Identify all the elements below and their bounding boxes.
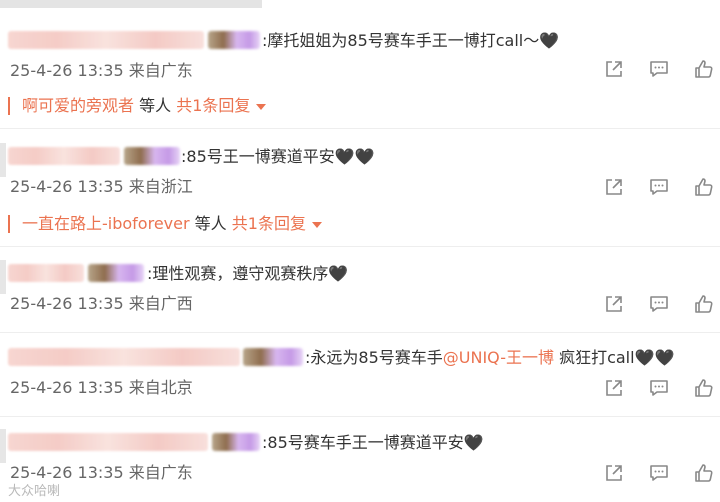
comment-text: :85号赛车手王一博赛道平安🖤: [262, 433, 484, 452]
divider: [0, 332, 720, 333]
reply-username[interactable]: 啊可爱的旁观者: [22, 96, 134, 115]
like-button[interactable]: [693, 176, 715, 198]
share-icon: [606, 296, 622, 312]
comment-meta: 25-4-26 13:35 来自广东: [10, 61, 193, 81]
comment-text: :理性观赛，遵守观赛秩序🖤: [147, 264, 349, 283]
username-blurred[interactable]: [8, 31, 204, 49]
like-icon: [695, 295, 713, 313]
avatar-blurred[interactable]: [212, 433, 260, 451]
username-blurred[interactable]: [8, 433, 208, 451]
like-icon: [695, 60, 713, 78]
avatar-blurred[interactable]: [124, 147, 180, 165]
comment-time: 25-4-26 13:35: [10, 378, 124, 397]
comment-icon: [650, 296, 668, 312]
comment-text: :85号王一博赛道平安🖤🖤: [181, 147, 375, 166]
reply-count-link[interactable]: 共1条回复: [176, 96, 250, 115]
comment-meta: 25-4-26 13:35 来自浙江: [10, 177, 193, 197]
comment-icon: [650, 61, 668, 77]
username-blurred[interactable]: [8, 348, 240, 366]
divider: [0, 416, 720, 417]
comment-time: 25-4-26 13:35: [10, 177, 124, 196]
username-blurred[interactable]: [8, 147, 120, 165]
comment-location: 来自广东: [128, 463, 193, 482]
reply-summary[interactable]: 啊可爱的旁观者 等人 共1条回复: [22, 96, 267, 116]
comment-text: :摩托姐姐为85号赛车手王一博打call～🖤: [262, 31, 560, 50]
share-icon: [606, 61, 622, 77]
like-button[interactable]: [693, 377, 715, 399]
like-icon: [695, 464, 713, 482]
reply-bar: [8, 97, 10, 115]
divider: [0, 128, 720, 129]
reply-count-link[interactable]: 共1条回复: [232, 214, 306, 233]
comment-button[interactable]: [648, 293, 670, 315]
quote-bar: [0, 143, 6, 177]
comment-location: 来自广西: [128, 294, 193, 313]
share-icon: [606, 380, 622, 396]
comment-actions: [603, 462, 715, 484]
mention-link[interactable]: @UNIQ-王一博: [443, 348, 554, 367]
comment-button[interactable]: [648, 377, 670, 399]
comment-icon: [650, 179, 668, 195]
like-icon: [695, 379, 713, 397]
share-button[interactable]: [603, 293, 625, 315]
reply-summary[interactable]: 一直在路上-iboforever 等人 共1条回复: [22, 214, 322, 234]
avatar-blurred[interactable]: [243, 348, 303, 366]
comment-button[interactable]: [648, 58, 670, 80]
quote-bar: [0, 260, 6, 294]
like-button[interactable]: [693, 293, 715, 315]
comment-location: 来自浙江: [128, 177, 193, 196]
divider: [0, 246, 720, 247]
comment-icon: [650, 465, 668, 481]
comment-actions: [603, 58, 715, 80]
comment-actions: [603, 293, 715, 315]
share-button[interactable]: [603, 462, 625, 484]
chevron-down-icon[interactable]: [311, 221, 322, 228]
comment-actions: [603, 377, 715, 399]
share-icon: [606, 179, 622, 195]
watermark: 大众哈喇: [8, 484, 61, 499]
reply-bar: [8, 215, 10, 233]
like-button[interactable]: [693, 462, 715, 484]
avatar-blurred[interactable]: [88, 264, 144, 282]
comment-meta: 25-4-26 13:35 来自广西: [10, 294, 193, 314]
quote-bar: [0, 429, 6, 463]
share-button[interactable]: [603, 176, 625, 198]
share-button[interactable]: [603, 377, 625, 399]
comment-text: :永远为85号赛车手@UNIQ-王一博 疯狂打call🖤🖤: [305, 348, 675, 367]
top-edge: [0, 0, 262, 8]
reply-username[interactable]: 一直在路上-iboforever: [22, 214, 190, 233]
like-icon: [695, 178, 713, 196]
comment-meta: 25-4-26 13:35 来自北京: [10, 378, 193, 398]
share-button[interactable]: [603, 58, 625, 80]
avatar-blurred[interactable]: [208, 31, 260, 49]
comment-time: 25-4-26 13:35: [10, 61, 124, 80]
comment-location: 来自北京: [128, 378, 193, 397]
comment-button[interactable]: [648, 462, 670, 484]
comment-time: 25-4-26 13:35: [10, 294, 124, 313]
like-button[interactable]: [693, 58, 715, 80]
chevron-down-icon[interactable]: [256, 103, 267, 110]
username-blurred[interactable]: [8, 264, 84, 282]
comment-button[interactable]: [648, 176, 670, 198]
comment-icon: [650, 380, 668, 396]
comment-location: 来自广东: [128, 61, 193, 80]
comment-actions: [603, 176, 715, 198]
share-icon: [606, 465, 622, 481]
